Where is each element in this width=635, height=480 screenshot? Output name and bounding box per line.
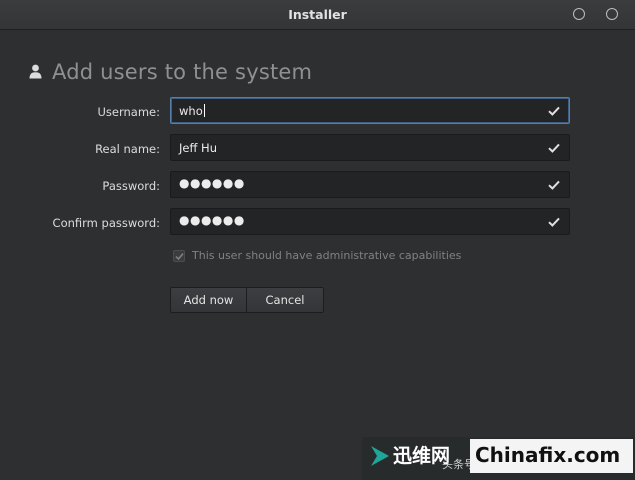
close-button[interactable] xyxy=(606,8,618,20)
cancel-button[interactable]: Cancel xyxy=(246,287,324,313)
checkmark-icon xyxy=(175,253,184,261)
check-icon xyxy=(548,106,560,116)
admin-checkbox-label[interactable]: This user should have administrative cap… xyxy=(192,249,461,262)
real-name-field[interactable]: Jeff Hu xyxy=(170,134,570,161)
add-now-button[interactable]: Add now xyxy=(170,287,247,313)
admin-checkbox[interactable] xyxy=(173,250,185,262)
confirm-password-value: ●●●●●● xyxy=(179,213,245,227)
check-icon xyxy=(548,217,560,227)
password-value: ●●●●●● xyxy=(179,176,245,190)
real-name-value: Jeff Hu xyxy=(179,141,217,155)
check-icon xyxy=(548,143,560,153)
watermark-brand: Chinafix.com xyxy=(475,443,621,467)
real-name-label: Real name: xyxy=(95,142,160,156)
title-bar: Installer xyxy=(0,0,635,30)
window-title: Installer xyxy=(288,7,347,22)
confirm-password-field[interactable]: ●●●●●● xyxy=(170,208,570,235)
user-icon xyxy=(29,64,42,79)
minimize-button[interactable] xyxy=(573,8,585,20)
watermark-arrow-icon xyxy=(371,446,389,466)
page-title: Add users to the system xyxy=(52,60,313,84)
password-field[interactable]: ●●●●●● xyxy=(170,171,570,198)
password-label: Password: xyxy=(102,179,160,193)
username-label: Username: xyxy=(97,105,161,119)
username-field[interactable]: who xyxy=(170,97,570,124)
confirm-password-label: Confirm password: xyxy=(52,216,160,230)
check-icon xyxy=(548,180,560,190)
username-value: who xyxy=(179,104,205,118)
